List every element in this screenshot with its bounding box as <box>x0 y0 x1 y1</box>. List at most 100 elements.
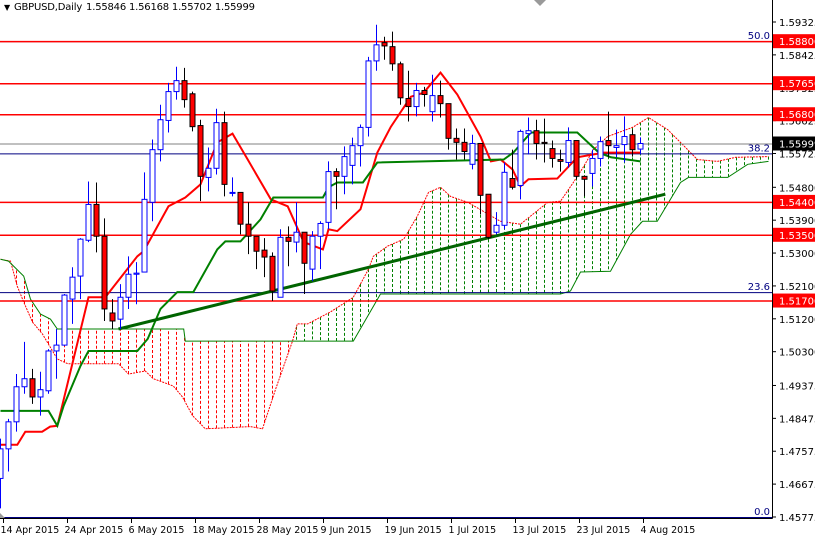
bearish-candle <box>245 202 252 255</box>
candles <box>0 24 644 509</box>
candle-body <box>13 386 20 423</box>
bullish-candle <box>141 172 148 273</box>
bullish-candle <box>413 82 420 117</box>
price-tick-label: 1.48475 <box>779 414 815 425</box>
candle-body <box>333 171 340 177</box>
bullish-candle <box>165 82 172 133</box>
candle-body <box>405 98 412 108</box>
candle-body <box>421 89 428 96</box>
candle-body <box>613 145 620 148</box>
candle-body <box>453 137 460 143</box>
candle-body <box>165 91 172 121</box>
level-price-label: 1.56800 <box>779 110 815 121</box>
candle-body <box>5 421 12 450</box>
price-tick-label: 1.50300 <box>779 348 815 359</box>
bullish-candle <box>325 161 332 230</box>
bullish-candle <box>317 221 324 270</box>
bullish-candle <box>293 202 300 253</box>
date-tick-label: 4 Aug 2015 <box>641 525 696 536</box>
fibonacci-level-label: 23.6 <box>748 282 770 293</box>
scroll-marker-icon[interactable] <box>0 513 5 518</box>
bullish-candle <box>69 267 76 324</box>
candle-body <box>293 231 300 243</box>
candle-body <box>533 130 540 144</box>
candle-body <box>557 159 564 162</box>
bearish-candle <box>197 119 204 202</box>
candle-body <box>349 145 356 166</box>
candle-body <box>581 175 588 180</box>
candle-body <box>101 235 108 310</box>
bullish-candle <box>85 181 92 243</box>
chart-shift-marker-icon[interactable] <box>534 0 546 6</box>
senkou-span-a-line <box>0 116 769 430</box>
candle-body <box>21 378 28 388</box>
bearish-candle <box>381 36 388 60</box>
fibonacci-level-label: 50.0 <box>748 31 770 42</box>
price-tick-label: 1.54800 <box>779 183 815 194</box>
candle-body <box>605 140 612 147</box>
bullish-candle <box>173 66 180 100</box>
date-tick-label: 23 Jul 2015 <box>577 525 631 536</box>
bullish-candle <box>365 56 372 137</box>
candle-body <box>541 141 548 144</box>
bullish-candle <box>349 137 356 185</box>
bullish-candle <box>621 116 628 163</box>
candle-body <box>325 171 332 223</box>
price-tick-label: 1.59325 <box>779 18 815 29</box>
candle-body <box>237 191 244 225</box>
bearish-candle <box>461 128 468 160</box>
candle-body <box>597 141 604 159</box>
candle-body <box>0 448 4 479</box>
candle-body <box>37 389 44 398</box>
bearish-candle <box>237 191 244 235</box>
candle-body <box>573 140 580 177</box>
candle-body <box>261 249 268 258</box>
level-price-label: 1.51700 <box>779 297 815 308</box>
bearish-candle <box>285 226 292 267</box>
level-price-label: 1.58800 <box>779 37 815 48</box>
bullish-candle <box>493 212 500 235</box>
price-tick-label: 1.58425 <box>779 51 815 62</box>
price-tick-label: 1.49375 <box>779 381 815 392</box>
price-tick-label: 1.45775 <box>779 513 815 524</box>
candle-body <box>381 42 388 47</box>
candle-body <box>301 231 308 264</box>
bullish-candle <box>229 177 236 197</box>
candle-body <box>357 126 364 147</box>
candle-body <box>309 235 316 270</box>
triangle-down-icon[interactable]: ▼ <box>4 3 10 12</box>
plot-area[interactable]: 50.0 38.2 23.6 0.0 <box>0 24 772 518</box>
candle-body <box>517 130 524 186</box>
time-axis[interactable]: 14 Apr 2015 24 Apr 2015 6 May 2015 18 May 2… <box>1 518 696 536</box>
bullish-candle <box>117 284 124 330</box>
ohlc-values: 1.55846 1.56168 1.55702 1.55999 <box>86 2 255 13</box>
candle-body <box>189 93 196 128</box>
candle-body <box>53 344 60 352</box>
bearish-candle <box>389 31 396 71</box>
candle-body <box>117 296 124 320</box>
date-tick-label: 9 Jun 2015 <box>321 525 372 536</box>
bullish-candle <box>373 24 380 71</box>
price-axis[interactable]: 1.593251.584251.575251.566251.557251.548… <box>772 18 815 524</box>
price-tick-label: 1.52100 <box>779 282 815 293</box>
candle-body <box>525 130 532 135</box>
candle-body <box>629 134 636 151</box>
bullish-candle <box>45 349 52 394</box>
bullish-candle <box>357 124 364 167</box>
fibonacci-level-label: 38.2 <box>748 143 770 154</box>
bullish-candle <box>157 104 164 162</box>
price-tick-label: 1.53900 <box>779 216 815 227</box>
candle-body <box>277 236 284 298</box>
date-tick-label: 6 May 2015 <box>129 525 185 536</box>
bearish-candle <box>437 80 444 118</box>
candle-body <box>477 142 484 196</box>
bearish-candle <box>189 91 196 132</box>
candle-body <box>45 350 52 392</box>
bullish-candle <box>77 238 84 300</box>
bullish-candle <box>37 371 44 416</box>
bearish-candle <box>261 238 268 278</box>
candle-body <box>61 294 68 346</box>
price-chart[interactable]: 50.038.223.60.0 1.593251.584251.575251.5… <box>0 0 815 538</box>
bearish-candle <box>549 140 556 168</box>
bullish-candle <box>0 438 4 509</box>
